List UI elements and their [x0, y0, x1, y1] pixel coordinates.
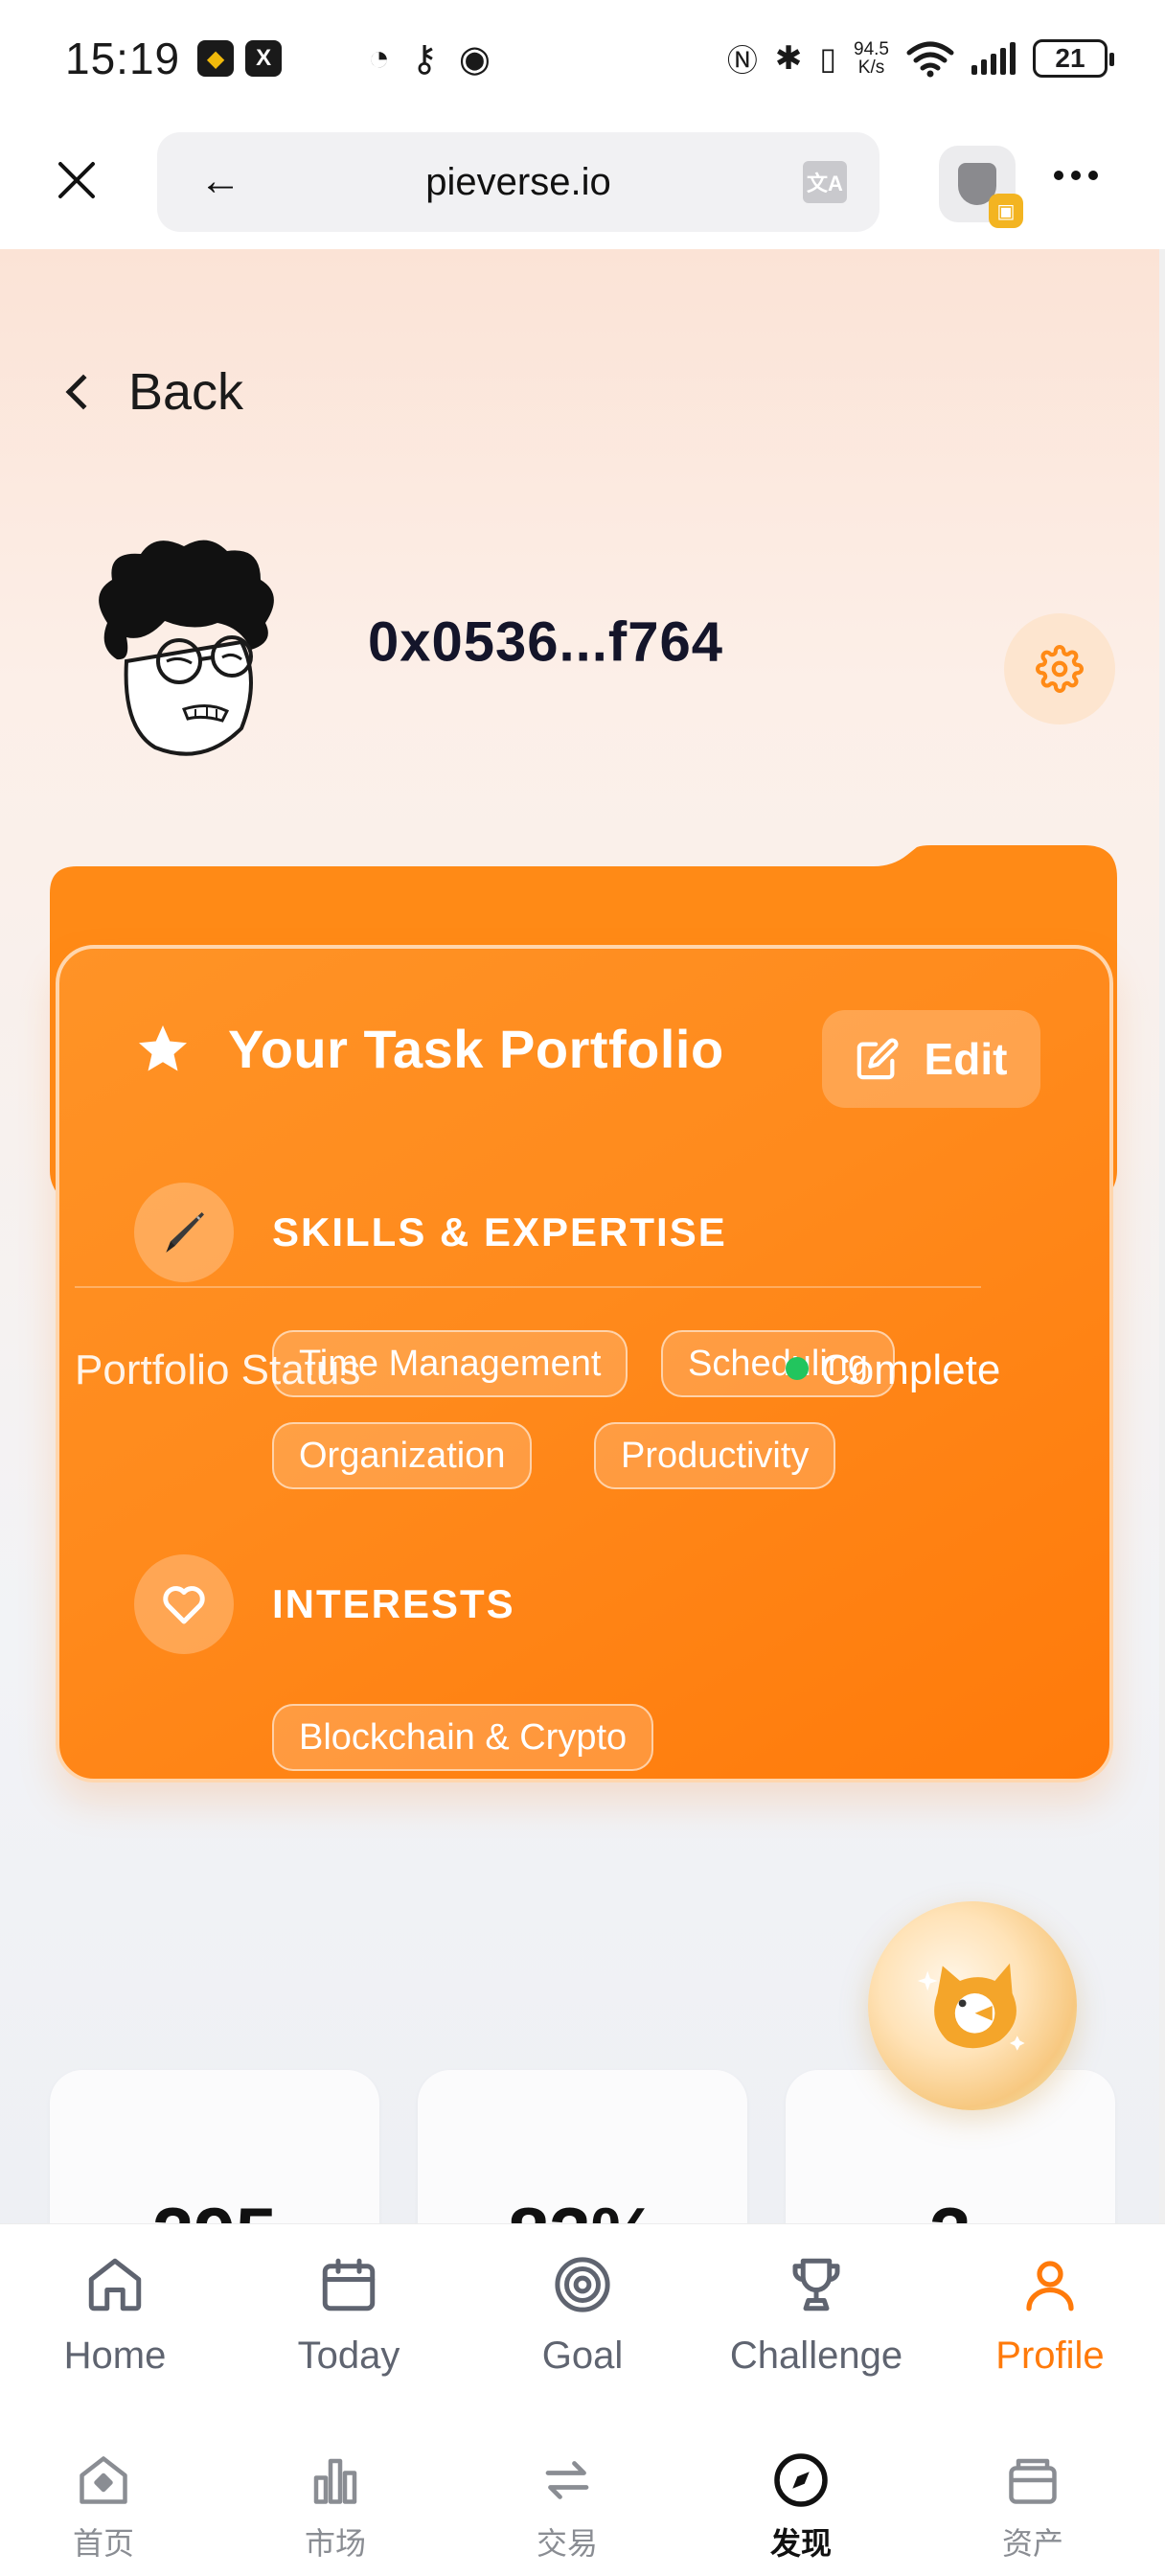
nav-label: Profile [995, 2334, 1105, 2377]
x-notification-icon: X [245, 40, 283, 77]
interests-icon-circle [134, 1554, 234, 1654]
cell-signal-icon [971, 42, 1016, 75]
binance-notification-icon: ◆ [197, 40, 235, 77]
nav-goal[interactable]: Goal [477, 2253, 688, 2378]
wifi-icon [906, 41, 954, 78]
heart-icon [163, 1586, 205, 1624]
home-icon [88, 2258, 142, 2312]
nav-label: Today [297, 2334, 400, 2377]
nav-profile[interactable]: Profile [945, 2253, 1155, 2378]
interests-label: INTERESTS [272, 1581, 515, 1626]
host-nav-home[interactable]: 首页 [27, 2451, 180, 2564]
back-label: Back [128, 363, 244, 421]
cube-badge-icon: ▣ [989, 194, 1023, 228]
host-nav-label: 资产 [1001, 2526, 1063, 2561]
cat-mascot-icon [917, 1963, 1025, 2051]
trophy-icon [792, 2258, 840, 2312]
stat-value: 83% [418, 2191, 747, 2223]
user-icon [1026, 2261, 1074, 2312]
home-diamond-icon [80, 2456, 127, 2504]
battery-icon: 21 [1033, 39, 1114, 78]
extension-button[interactable]: ▣ [939, 146, 1023, 228]
skill-chip: Organization [272, 1422, 533, 1489]
battery-level: 21 [1055, 43, 1085, 73]
host-nav-label: 发现 [769, 2526, 832, 2561]
network-speed-value: 94.5 [854, 39, 889, 59]
scrollbar[interactable] [1159, 249, 1165, 2223]
network-speed: 94.5 K/s [854, 40, 889, 77]
bluetooth-icon: ✱ [774, 40, 803, 77]
pen-icon [166, 1212, 204, 1253]
compass-icon [774, 2453, 828, 2507]
edit-label: Edit [924, 1034, 1008, 1084]
page-content: Back 0x0536...f764 Your Task Portfolio E… [0, 249, 1165, 2223]
status-bar: 15:19 ◆ X ◔ ⚷ ◉ Ⓝ ✱ ▯ 94.5 K/s 21 [0, 0, 1165, 117]
app-bottom-nav: Home Today Goal Challenge Profile [0, 2223, 1165, 2432]
nav-today[interactable]: Today [243, 2253, 454, 2378]
card-divider [75, 1286, 981, 1288]
more-menu-button[interactable] [1054, 171, 1098, 180]
stat-value: 3 [786, 2191, 1115, 2223]
chevron-left-icon [65, 374, 102, 410]
back-button[interactable]: Back [61, 362, 243, 422]
calendar-icon [322, 2258, 376, 2312]
host-nav-label: 首页 [72, 2526, 134, 2561]
network-speed-unit: K/s [857, 58, 885, 78]
host-nav-label: 市场 [304, 2526, 366, 2561]
bar-chart-icon [313, 2458, 357, 2504]
wallet-address: 0x0536...f764 [368, 610, 723, 674]
edit-icon [857, 1038, 899, 1080]
eye-icon: ◉ [458, 38, 491, 80]
skills-label: SKILLS & EXPERTISE [272, 1209, 727, 1254]
host-nav-assets[interactable]: 资产 [956, 2451, 1109, 2564]
nav-home[interactable]: Home [10, 2253, 220, 2378]
nav-label: Challenge [729, 2334, 903, 2377]
portfolio-status-label: Portfolio Status [75, 1346, 361, 1393]
gear-icon [1036, 645, 1084, 693]
host-nav-discover[interactable]: 发现 [724, 2451, 878, 2564]
swap-icon [545, 2461, 589, 2499]
stat-value: 295 [50, 2191, 379, 2223]
star-icon [139, 1024, 187, 1070]
skills-icon-circle [134, 1183, 234, 1282]
host-nav-trade[interactable]: 交易 [491, 2451, 644, 2564]
host-nav-label: 交易 [536, 2526, 598, 2561]
url-text: pieverse.io [425, 161, 611, 203]
close-browser-button[interactable] [54, 157, 100, 203]
browser-toolbar: ← pieverse.io 文A ▣ [0, 117, 1165, 249]
status-time: 15:19 [65, 34, 181, 83]
wallet-icon [1009, 2458, 1057, 2504]
settings-button[interactable] [1004, 613, 1115, 724]
nav-challenge[interactable]: Challenge [711, 2253, 922, 2378]
host-nav-market[interactable]: 市场 [259, 2451, 412, 2564]
stat-card: 83% [418, 2070, 747, 2223]
target-icon [555, 2257, 610, 2312]
nav-label: Goal [541, 2334, 624, 2377]
data-saver-icon: ◔ [368, 37, 391, 79]
address-bar[interactable]: ← pieverse.io 文A [157, 132, 879, 232]
status-dot [786, 1357, 809, 1380]
card-title: Your Task Portfolio [228, 1019, 724, 1079]
key-icon: ⚷ [411, 38, 438, 80]
skill-chip: Productivity [594, 1422, 836, 1489]
nfc-icon: Ⓝ [726, 43, 758, 78]
mascot-assistant-button[interactable] [868, 1901, 1077, 2110]
avatar [99, 540, 274, 756]
interest-chip: Blockchain & Crypto [272, 1704, 654, 1771]
edit-button[interactable]: Edit [822, 1010, 1040, 1108]
portfolio-status-value: Complete [820, 1346, 1001, 1393]
nav-label: Home [63, 2334, 167, 2377]
vibrate-icon: ▯ [819, 41, 837, 76]
translate-icon[interactable]: 文A [803, 161, 847, 203]
host-app-bottom-nav: 首页 市场 交易 发现 资产 [0, 2432, 1165, 2576]
stat-card: 295 [50, 2070, 379, 2223]
